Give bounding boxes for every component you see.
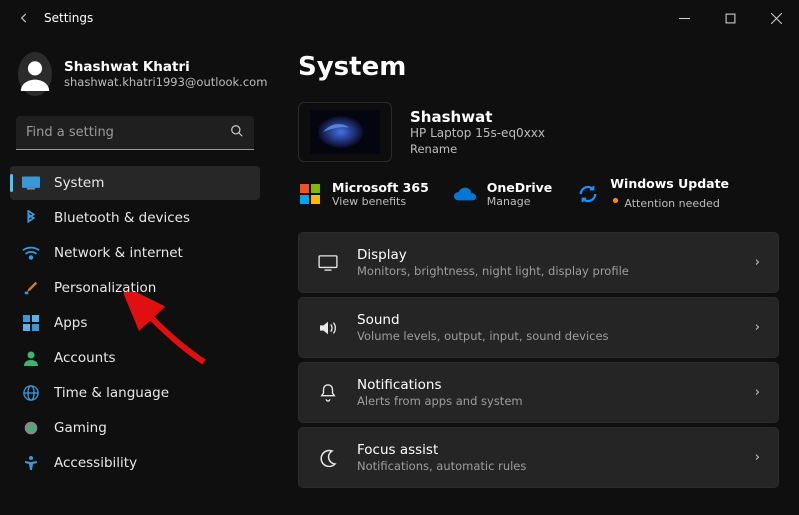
moon-icon	[317, 449, 339, 467]
card-sub: Notifications, automatic rules	[357, 459, 737, 473]
sidebar-item-apps[interactable]: Apps	[10, 306, 260, 340]
warning-dot-icon: •	[610, 191, 621, 212]
sidebar-item-label: Accessibility	[54, 455, 137, 471]
sidebar-item-accessibility[interactable]: Accessibility	[10, 446, 260, 480]
card-sub: Alerts from apps and system	[357, 394, 737, 408]
bell-icon	[317, 384, 339, 402]
maximize-button[interactable]	[707, 0, 753, 36]
card-title: Display	[357, 247, 737, 263]
back-button[interactable]	[10, 4, 38, 32]
titlebar: Settings	[0, 0, 799, 36]
accounts-icon	[22, 349, 40, 367]
sidebar-item-bluetooth[interactable]: Bluetooth & devices	[10, 201, 260, 235]
quick-sub: View benefits	[332, 195, 429, 208]
card-title: Focus assist	[357, 442, 737, 458]
device-model: HP Laptop 15s-eq0xxx	[410, 126, 545, 140]
quick-sub: Manage	[487, 195, 552, 208]
close-button[interactable]	[753, 0, 799, 36]
rename-link[interactable]: Rename	[410, 142, 545, 156]
sidebar-item-label: Accounts	[54, 350, 116, 366]
device-row: Shashwat HP Laptop 15s-eq0xxx Rename	[298, 102, 779, 162]
search-box[interactable]	[16, 116, 254, 150]
device-image[interactable]	[298, 102, 392, 162]
sidebar-item-label: System	[54, 175, 104, 191]
globe-icon	[22, 384, 40, 402]
quick-onedrive[interactable]: OneDriveManage	[453, 180, 552, 208]
chevron-right-icon: ›	[755, 385, 760, 400]
sidebar-item-label: Gaming	[54, 420, 107, 436]
windowsupdate-icon	[576, 182, 600, 206]
bluetooth-icon	[22, 209, 40, 227]
apps-icon	[22, 314, 40, 332]
sidebar: Shashwat Khatri shashwat.khatri1993@outl…	[0, 36, 270, 515]
device-name: Shashwat	[410, 108, 545, 126]
quick-microsoft365[interactable]: Microsoft 365View benefits	[298, 180, 429, 208]
sidebar-item-network[interactable]: Network & internet	[10, 236, 260, 270]
quick-sub: • Attention needed	[610, 191, 729, 212]
card-focus-assist[interactable]: Focus assistNotifications, automatic rul…	[298, 427, 779, 488]
card-sub: Monitors, brightness, night light, displ…	[357, 264, 737, 278]
sidebar-item-system[interactable]: System	[10, 166, 260, 200]
chevron-right-icon: ›	[755, 320, 760, 335]
card-notifications[interactable]: NotificationsAlerts from apps and system…	[298, 362, 779, 423]
gaming-icon	[22, 419, 40, 437]
search-icon	[230, 124, 244, 142]
profile-email: shashwat.khatri1993@outlook.com	[64, 75, 267, 89]
sidebar-item-label: Network & internet	[54, 245, 183, 261]
sidebar-item-label: Personalization	[54, 280, 156, 296]
sidebar-item-label: Apps	[54, 315, 87, 331]
wifi-icon	[22, 244, 40, 262]
nav-list: System Bluetooth & devices Network & int…	[10, 166, 260, 480]
sidebar-item-gaming[interactable]: Gaming	[10, 411, 260, 445]
card-title: Notifications	[357, 377, 737, 393]
settings-cards: DisplayMonitors, brightness, night light…	[298, 232, 779, 488]
accessibility-icon	[22, 454, 40, 472]
sidebar-item-accounts[interactable]: Accounts	[10, 341, 260, 375]
sidebar-item-label: Time & language	[54, 385, 169, 401]
minimize-button[interactable]	[661, 0, 707, 36]
onedrive-icon	[453, 182, 477, 206]
profile-name: Shashwat Khatri	[64, 59, 267, 75]
card-display[interactable]: DisplayMonitors, brightness, night light…	[298, 232, 779, 293]
card-sub: Volume levels, output, input, sound devi…	[357, 329, 737, 343]
sidebar-item-time-language[interactable]: Time & language	[10, 376, 260, 410]
paintbrush-icon	[22, 279, 40, 297]
search-input[interactable]	[26, 125, 230, 140]
window-controls	[661, 0, 799, 36]
card-title: Sound	[357, 312, 737, 328]
sidebar-item-label: Bluetooth & devices	[54, 210, 190, 226]
display-icon	[317, 255, 339, 271]
quick-title: Microsoft 365	[332, 180, 429, 195]
window-title: Settings	[44, 11, 93, 25]
main-panel: System Shashwat HP Laptop 15s-eq0xxx Ren…	[270, 36, 799, 515]
microsoft365-icon	[298, 182, 322, 206]
card-sound[interactable]: SoundVolume levels, output, input, sound…	[298, 297, 779, 358]
page-title: System	[298, 52, 779, 82]
avatar-icon	[18, 52, 52, 96]
chevron-right-icon: ›	[755, 450, 760, 465]
quick-links-row: Microsoft 365View benefits OneDriveManag…	[298, 176, 779, 212]
system-icon	[22, 174, 40, 192]
quick-windowsupdate[interactable]: Windows Update• Attention needed	[576, 176, 729, 212]
sound-icon	[317, 320, 339, 336]
sidebar-item-personalization[interactable]: Personalization	[10, 271, 260, 305]
quick-title: OneDrive	[487, 180, 552, 195]
chevron-right-icon: ›	[755, 255, 760, 270]
quick-title: Windows Update	[610, 176, 729, 191]
profile-block[interactable]: Shashwat Khatri shashwat.khatri1993@outl…	[10, 50, 260, 110]
